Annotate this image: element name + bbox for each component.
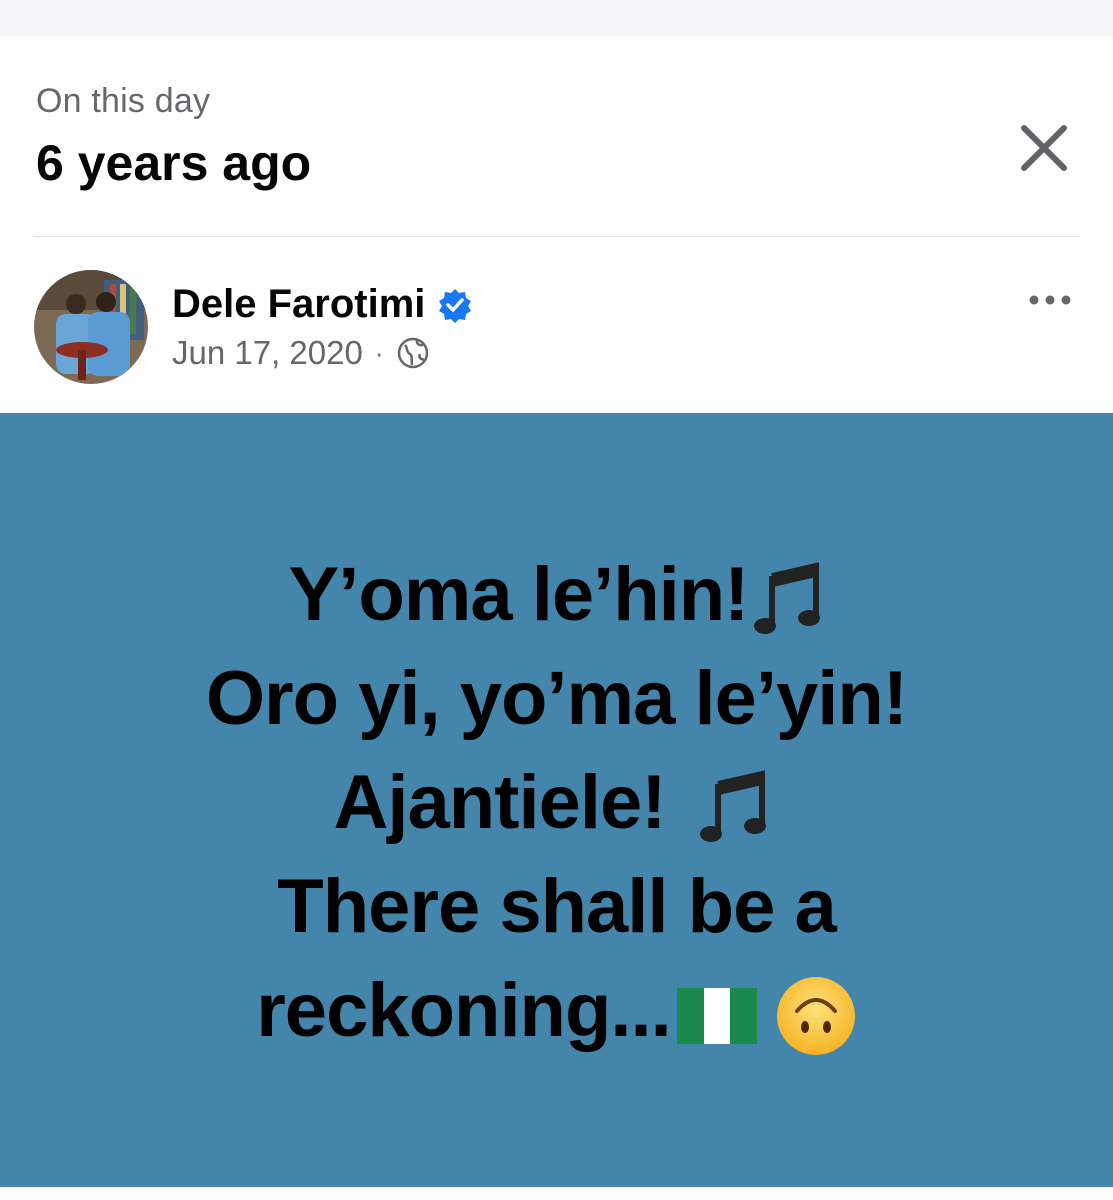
- author-name[interactable]: Dele Farotimi: [172, 282, 425, 327]
- post-date[interactable]: Jun 17, 2020: [172, 334, 363, 372]
- divider: [34, 236, 1080, 237]
- avatar-photo: [34, 270, 148, 384]
- post-line-2: Oro yi, yo’ma le’yin!: [0, 647, 1113, 751]
- post-line-2-text: Oro yi, yo’ma le’yin!: [205, 656, 908, 741]
- nigeria-flag-icon: [676, 987, 757, 1044]
- avatar[interactable]: [34, 270, 148, 384]
- close-icon: [1021, 125, 1067, 171]
- meta-separator: ·: [374, 337, 384, 368]
- post-line-4: There shall be a: [0, 855, 1113, 959]
- author-name-row[interactable]: Dele Farotimi: [172, 282, 473, 327]
- verified-badge-icon: [439, 288, 472, 323]
- post-line-3-text: Ajantiele!: [333, 760, 666, 845]
- close-button[interactable]: [1008, 112, 1080, 184]
- post-text: Y’oma le’hin! Oro yi, yo’ma le’yin! Ajan…: [0, 543, 1113, 1063]
- post-line-4-text: There shall be a: [277, 864, 836, 949]
- memory-title: 6 years ago: [36, 135, 312, 191]
- more-options-button[interactable]: [1020, 280, 1080, 320]
- memory-label: On this day: [36, 82, 211, 120]
- post-line-3: Ajantiele!: [0, 751, 1113, 855]
- globe-icon[interactable]: [396, 336, 430, 370]
- top-strip: [0, 0, 1113, 36]
- post-meta: Jun 17, 2020 ·: [172, 334, 430, 372]
- more-options-icon: [1029, 295, 1071, 305]
- post-line-5-text: reckoning...: [256, 968, 672, 1053]
- memory-header: On this day 6 years ago: [0, 36, 1113, 236]
- post-line-5: reckoning...: [0, 959, 1113, 1063]
- music-notes-icon: [699, 770, 766, 842]
- music-notes-icon: [754, 562, 821, 634]
- upside-down-face-icon: [776, 976, 855, 1055]
- post-line-1-text: Y’oma le’hin!: [288, 552, 750, 637]
- post-line-1: Y’oma le’hin!: [0, 543, 1113, 647]
